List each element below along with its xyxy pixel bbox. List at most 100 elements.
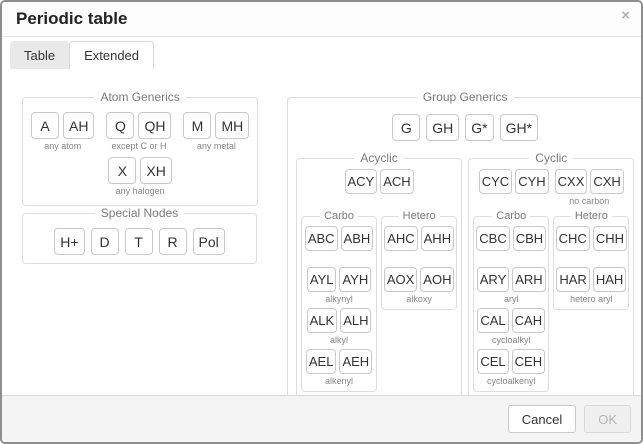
acyclic-fieldset: Acyclic ACY ACH	[296, 151, 462, 395]
btn-abh[interactable]: ABH	[341, 226, 374, 251]
right-column: Group Generics G GH G* GH* Acyclic ACY	[287, 90, 627, 395]
special-nodes-legend: Special Nodes	[95, 206, 184, 220]
btn-chc[interactable]: CHC	[556, 226, 590, 251]
cyclic-top-pair-2: CXX CXH no carbon	[555, 169, 624, 207]
acyclic-hetero-group-1: AHC AHH	[384, 226, 454, 264]
atom-generics-row-1: A AH any atom Q QH except C or H	[31, 112, 249, 152]
acyclic-top-row: ACY ACH	[301, 169, 457, 207]
btn-ah[interactable]: AH	[63, 112, 94, 139]
btn-ach[interactable]: ACH	[380, 169, 413, 194]
btn-ayh[interactable]: AYH	[339, 267, 371, 292]
btn-t[interactable]: T	[125, 228, 153, 255]
btn-cxx[interactable]: CXX	[555, 169, 588, 194]
btn-m[interactable]: M	[183, 112, 211, 139]
acyclic-hetero-legend: Hetero	[399, 210, 440, 222]
btn-ary[interactable]: ARY	[477, 267, 510, 292]
btn-ceh[interactable]: CEH	[512, 349, 545, 374]
tab-table[interactable]: Table	[10, 41, 69, 69]
group-generics-legend: Group Generics	[417, 90, 514, 104]
btn-arh[interactable]: ARH	[512, 267, 545, 292]
btn-ayl[interactable]: AYL	[307, 267, 337, 292]
dialog-content: Atom Generics A AH any atom Q QH	[2, 69, 641, 395]
btn-cal[interactable]: CAL	[477, 308, 508, 333]
cyclic-fieldset: Cyclic CYC CYH CXX	[468, 151, 634, 395]
btn-ahc[interactable]: AHC	[384, 226, 417, 251]
caption-any-halogen: any halogen	[116, 185, 165, 197]
dialog-title: Periodic table	[16, 9, 127, 29]
btn-har[interactable]: HAR	[556, 267, 589, 292]
acyclic-carbo-group-3: ALK ALH alkyl	[304, 308, 374, 346]
acyclic-legend: Acyclic	[354, 151, 403, 165]
btn-cyh[interactable]: CYH	[515, 169, 548, 194]
caption-alkyl: alkyl	[330, 334, 348, 346]
btn-cxh[interactable]: CXH	[590, 169, 623, 194]
acyclic-carbo-group-2: AYL AYH alkynyl	[304, 267, 374, 305]
cyclic-hetero-group-2: HAR HAH hetero aryl	[556, 267, 626, 305]
cyclic-carbo-group-2: ARY ARH aryl	[476, 267, 546, 305]
btn-chh[interactable]: CHH	[593, 226, 627, 251]
atom-generics-legend: Atom Generics	[94, 90, 185, 104]
acyclic-inner-columns: Carbo ABC ABH	[301, 210, 457, 392]
btn-aoh[interactable]: AOH	[420, 267, 454, 292]
acyclic-hetero-fieldset: Hetero AHC AHH	[381, 210, 457, 310]
cyclic-legend: Cyclic	[529, 151, 573, 165]
cyclic-hetero-group-1: CHC CHH	[556, 226, 626, 264]
acyclic-carbo-legend: Carbo	[320, 210, 358, 222]
left-column: Atom Generics A AH any atom Q QH	[22, 90, 257, 395]
btn-cel[interactable]: CEL	[477, 349, 508, 374]
caption-alkenyl: alkenyl	[325, 375, 353, 387]
caption-aryl: aryl	[504, 293, 519, 305]
caption-no-carbon: no carbon	[569, 195, 609, 207]
caption-hetero-aryl: hetero aryl	[570, 293, 613, 305]
atom-pair-any-atom: A AH any atom	[31, 112, 94, 152]
btn-d[interactable]: D	[91, 228, 119, 255]
btn-pol[interactable]: Pol	[193, 228, 225, 255]
cyclic-carbo-group-1: CBC CBH	[476, 226, 546, 264]
tab-bar: Table Extended	[2, 37, 641, 69]
btn-a[interactable]: A	[31, 112, 59, 139]
btn-xh[interactable]: XH	[140, 157, 171, 184]
atom-generics-fieldset: Atom Generics A AH any atom Q QH	[22, 90, 258, 206]
btn-r[interactable]: R	[159, 228, 187, 255]
btn-alk[interactable]: ALK	[307, 308, 338, 333]
tab-extended[interactable]: Extended	[69, 41, 154, 69]
cyclic-inner-columns: Carbo CBC CBH	[473, 210, 629, 392]
atom-pair-any-halogen: X XH any halogen	[108, 157, 171, 197]
caption-any-metal: any metal	[197, 140, 236, 152]
btn-abc[interactable]: ABC	[305, 226, 338, 251]
btn-q[interactable]: Q	[106, 112, 134, 139]
btn-g-star[interactable]: G*	[465, 114, 493, 141]
caption-alkoxy: alkoxy	[406, 293, 432, 305]
btn-cah[interactable]: CAH	[512, 308, 545, 333]
close-icon[interactable]: ×	[621, 8, 630, 23]
dialog-footer: Cancel OK	[2, 395, 641, 442]
acyclic-top-pair: ACY ACH	[345, 169, 414, 207]
btn-acy[interactable]: ACY	[345, 169, 378, 194]
btn-aeh[interactable]: AEH	[339, 349, 372, 374]
btn-ahh[interactable]: AHH	[421, 226, 454, 251]
acyclic-carbo-fieldset: Carbo ABC ABH	[301, 210, 377, 392]
btn-gh[interactable]: GH	[426, 114, 459, 141]
btn-qh[interactable]: QH	[138, 112, 171, 139]
btn-h-plus[interactable]: H+	[54, 228, 84, 255]
btn-aox[interactable]: AOX	[384, 267, 417, 292]
btn-cbc[interactable]: CBC	[476, 226, 509, 251]
caption-cycloalkenyl: cycloalkenyl	[487, 375, 536, 387]
group-generics-fieldset: Group Generics G GH G* GH* Acyclic ACY	[287, 90, 641, 395]
btn-ael[interactable]: AEL	[306, 349, 337, 374]
group-generics-top-row: G GH G* GH*	[296, 114, 634, 141]
btn-gh-star[interactable]: GH*	[500, 114, 538, 141]
btn-mh[interactable]: MH	[215, 112, 249, 139]
btn-hah[interactable]: HAH	[593, 267, 626, 292]
btn-x[interactable]: X	[108, 157, 136, 184]
cyclic-carbo-group-4: CEL CEH cycloalkenyl	[476, 349, 546, 387]
cyclic-carbo-group-3: CAL CAH cycloalkyl	[476, 308, 546, 346]
btn-alh[interactable]: ALH	[340, 308, 371, 333]
caption-alkynyl: alkynyl	[325, 293, 353, 305]
btn-g[interactable]: G	[392, 114, 420, 141]
ok-button[interactable]: OK	[584, 405, 631, 433]
cancel-button[interactable]: Cancel	[508, 405, 576, 433]
btn-cbh[interactable]: CBH	[513, 226, 546, 251]
special-nodes-row: H+ D T R Pol	[31, 228, 248, 255]
btn-cyc[interactable]: CYC	[479, 169, 512, 194]
